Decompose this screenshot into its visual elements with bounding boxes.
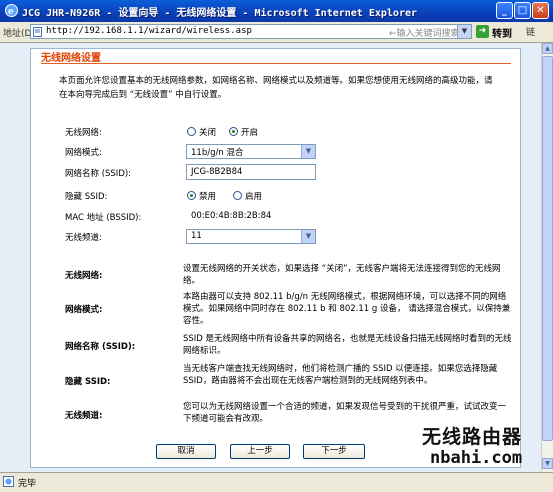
ssid-value: JCG-8B2B84 bbox=[191, 167, 243, 177]
help-desc-mode: 本路由器可以支持 802.11 b/g/n 无线网络模式，根据网络环境，可以选择… bbox=[183, 292, 511, 326]
channel-select[interactable]: 11 ▼ bbox=[186, 229, 316, 244]
panel-title: 无线网络设置 bbox=[41, 53, 101, 64]
ie-icon: e bbox=[5, 4, 18, 17]
hide-disable-label: 禁用 bbox=[199, 192, 217, 202]
maximize-button[interactable]: □ bbox=[514, 2, 531, 19]
window-title-bar[interactable]: e JCG JHR-N926R - 设置向导 - 无线网络设置 - Micros… bbox=[0, 0, 553, 22]
chevron-down-icon: ▼ bbox=[301, 145, 315, 158]
address-input[interactable]: http://192.168.1.1/wizard/wireless.asp ←… bbox=[30, 24, 472, 39]
wireless-on-radio[interactable] bbox=[229, 127, 238, 136]
address-url: http://192.168.1.1/wizard/wireless.asp bbox=[46, 26, 252, 36]
scroll-thumb[interactable] bbox=[542, 56, 553, 441]
intro-text: 本页面允许您设置基本的无线网络参数，如网络名称、网络模式以及频道等。如果您想使用… bbox=[59, 76, 493, 100]
ssid-input[interactable]: JCG-8B2B84 bbox=[186, 164, 316, 180]
address-dropdown-icon[interactable]: ▼ bbox=[457, 25, 471, 38]
help-desc-hide-ssid: 当无线客户端查找无线网络时，他们将检测广播的 SSID 以便连接。如果您选择隐藏… bbox=[183, 364, 498, 386]
help-label-hide-ssid: 隐藏 SSID: bbox=[65, 377, 111, 387]
wireless-off-radio[interactable] bbox=[187, 127, 196, 136]
help-label-mode: 网络模式: bbox=[65, 305, 103, 315]
page-icon bbox=[33, 27, 42, 37]
status-text: 完毕 bbox=[18, 479, 37, 489]
close-button[interactable]: ✕ bbox=[532, 2, 549, 19]
title-divider bbox=[41, 63, 511, 64]
wireless-off-label: 关闭 bbox=[199, 128, 217, 138]
next-button[interactable]: 下一步 bbox=[303, 444, 365, 459]
cancel-button[interactable]: 取消 bbox=[156, 444, 216, 459]
help-label-wireless: 无线网络: bbox=[65, 271, 103, 281]
mode-select[interactable]: 11b/g/n 混合 ▼ bbox=[186, 144, 316, 159]
search-hint: ←输入关键词搜索 bbox=[389, 29, 460, 39]
watermark-title: 无线路由器 bbox=[422, 426, 523, 448]
window-title: JCG JHR-N926R - 设置向导 - 无线网络设置 - Microsof… bbox=[22, 8, 418, 19]
mode-value: 11b/g/n 混合 bbox=[191, 148, 244, 158]
watermark-domain: nbahi.com bbox=[430, 448, 523, 468]
wireless-on-label: 开启 bbox=[241, 128, 259, 138]
wireless-label: 无线网络: bbox=[65, 128, 102, 138]
help-label-ssid: 网络名称 (SSID): bbox=[65, 342, 136, 352]
address-bar: 地址(D) http://192.168.1.1/wizard/wireless… bbox=[0, 22, 553, 43]
channel-value: 11 bbox=[191, 231, 202, 241]
go-arrow-icon: ➜ bbox=[476, 25, 489, 38]
svg-text:e: e bbox=[8, 7, 14, 17]
wireless-settings-panel: 无线网络设置 本页面允许您设置基本的无线网络参数，如网络名称、网络模式以及频道等… bbox=[30, 48, 521, 468]
status-bar: 完毕 bbox=[0, 472, 553, 492]
go-button[interactable]: ➜ 转到 bbox=[476, 25, 516, 40]
channel-label: 无线频道: bbox=[65, 233, 102, 243]
help-label-channel: 无线频道: bbox=[65, 411, 103, 421]
links-button[interactable]: 链 bbox=[526, 25, 535, 38]
scroll-up-icon[interactable]: ▲ bbox=[542, 43, 553, 54]
mac-value: 00:E0:4B:8B:2B:84 bbox=[191, 211, 272, 221]
vertical-scrollbar[interactable]: ▲ ▼ bbox=[541, 43, 553, 472]
help-desc-wireless: 设置无线网络的开关状态，如果选择 “关闭”，无线客户端将无法连接得到您的无线网络… bbox=[183, 264, 501, 286]
help-desc-ssid: SSID 是无线网络中所有设备共享的网络名，也就是无线设备扫描无线网络时看到的无… bbox=[183, 334, 512, 356]
go-label: 转到 bbox=[492, 29, 512, 40]
watermark: 无线路由器 nbahi.com bbox=[422, 422, 552, 472]
mode-label: 网络模式: bbox=[65, 148, 102, 158]
hide-disable-radio[interactable] bbox=[187, 191, 196, 200]
prev-button[interactable]: 上一步 bbox=[230, 444, 290, 459]
mac-label: MAC 地址 (BSSID): bbox=[65, 213, 142, 223]
minimize-button[interactable]: _ bbox=[496, 2, 513, 19]
hide-enable-radio[interactable] bbox=[233, 191, 242, 200]
ssid-label: 网络名称 (SSID): bbox=[65, 169, 132, 179]
hide-ssid-label: 隐藏 SSID: bbox=[65, 192, 108, 202]
chevron-down-icon: ▼ bbox=[301, 230, 315, 243]
page-done-icon bbox=[3, 476, 14, 487]
hide-enable-label: 启用 bbox=[245, 192, 263, 202]
